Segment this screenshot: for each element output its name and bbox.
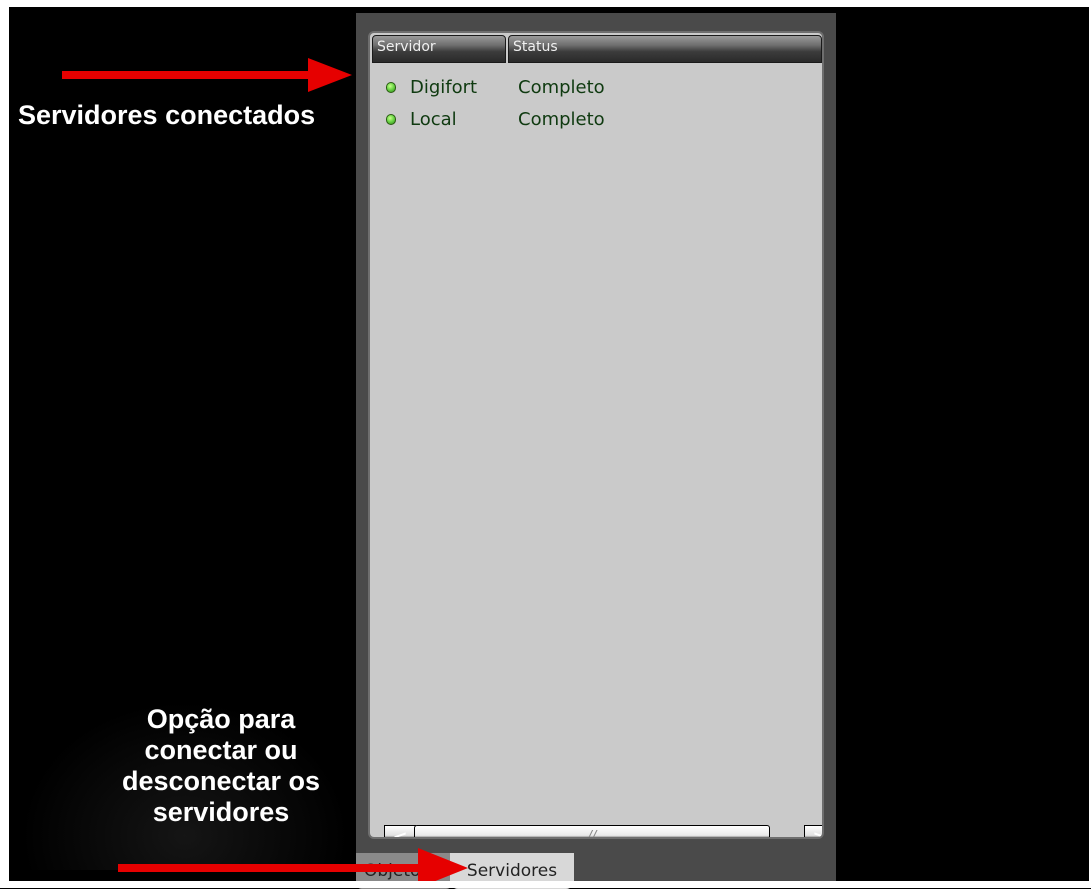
scroll-left-button[interactable]: < <box>384 825 416 837</box>
servers-panel: Servidor Status Digifort Completo Local … <box>356 13 836 889</box>
server-status: Completo <box>518 109 605 130</box>
tab-servidores[interactable]: Servidores <box>450 853 574 889</box>
server-status: Completo <box>518 77 605 98</box>
column-header-servidor[interactable]: Servidor <box>372 35 506 63</box>
column-header-status[interactable]: Status <box>508 35 822 63</box>
annotation-line: desconectar os <box>121 766 321 796</box>
server-row-local[interactable]: Local Completo <box>384 105 804 135</box>
server-name: Local <box>410 109 457 130</box>
annotation-line: servidores <box>152 797 290 827</box>
scroll-right-button[interactable]: > <box>804 825 822 837</box>
annotation-connected-servers: Servidores conectados <box>18 100 316 130</box>
annotation-line: conectar ou <box>144 735 298 765</box>
server-row-digifort[interactable]: Digifort Completo <box>384 73 804 103</box>
red-arrow-icon <box>118 848 468 888</box>
server-name: Digifort <box>410 77 478 98</box>
annotation-line: Opção para <box>146 704 296 734</box>
annotation-connect-option: Opção para conectar ou desconectar os se… <box>96 704 346 828</box>
green-status-icon <box>386 82 396 93</box>
servers-list-view: Servidor Status Digifort Completo Local … <box>368 31 824 839</box>
green-status-icon <box>386 114 396 125</box>
horizontal-scrollbar-thumb[interactable]: // <box>414 825 770 837</box>
red-arrow-icon <box>62 58 352 92</box>
